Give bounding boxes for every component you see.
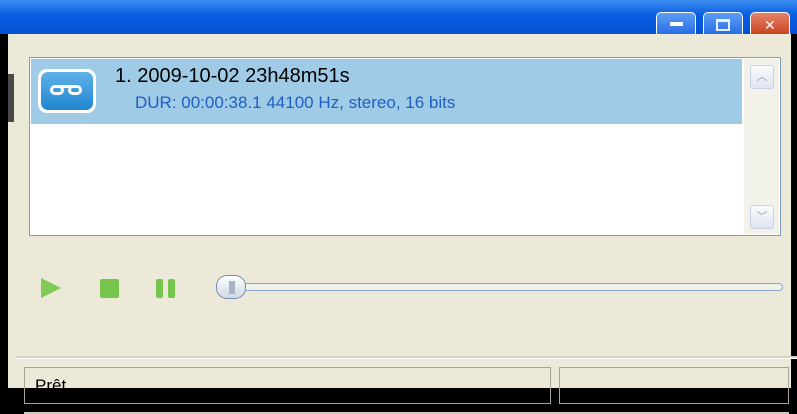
close-button[interactable]: ✕ bbox=[750, 12, 790, 34]
play-icon[interactable] bbox=[41, 278, 61, 298]
status-text: Prêt bbox=[35, 376, 67, 395]
chevron-down-icon: ﹀ bbox=[756, 210, 768, 223]
track-title: 1. 2009-10-02 23h48m51s bbox=[115, 65, 350, 87]
title-bar: ✕ bbox=[0, 0, 797, 34]
seek-slider-thumb[interactable] bbox=[216, 275, 246, 299]
chevron-up-icon: ︿ bbox=[756, 70, 768, 83]
minimize-button[interactable] bbox=[656, 12, 696, 34]
minimize-icon bbox=[670, 22, 683, 26]
playlist-track-row[interactable]: 1. 2009-10-02 23h48m51s DUR: 00:00:38.1 … bbox=[31, 59, 742, 124]
playlist-scrollbar[interactable]: ︿ ﹀ bbox=[744, 59, 779, 234]
left-edge-marker bbox=[8, 74, 14, 122]
close-icon: ✕ bbox=[764, 18, 776, 34]
maximize-button[interactable] bbox=[703, 12, 743, 34]
tape-icon bbox=[38, 69, 96, 113]
playlist[interactable]: 1. 2009-10-02 23h48m51s DUR: 00:00:38.1 … bbox=[29, 57, 781, 236]
pause-icon[interactable] bbox=[156, 279, 178, 298]
stop-icon[interactable] bbox=[100, 279, 119, 298]
status-bar-secondary-pane bbox=[559, 367, 789, 404]
window-client-area: 1. 2009-10-02 23h48m51s DUR: 00:00:38.1 … bbox=[8, 34, 797, 414]
status-divider bbox=[16, 356, 797, 359]
scroll-down-button[interactable]: ﹀ bbox=[750, 205, 774, 229]
scroll-up-button[interactable]: ︿ bbox=[750, 65, 774, 89]
maximize-icon bbox=[716, 19, 730, 31]
seek-slider-track[interactable] bbox=[216, 283, 783, 291]
status-bar-main-pane: Prêt bbox=[24, 367, 551, 404]
track-info: DUR: 00:00:38.1 44100 Hz, stereo, 16 bit… bbox=[135, 93, 456, 112]
